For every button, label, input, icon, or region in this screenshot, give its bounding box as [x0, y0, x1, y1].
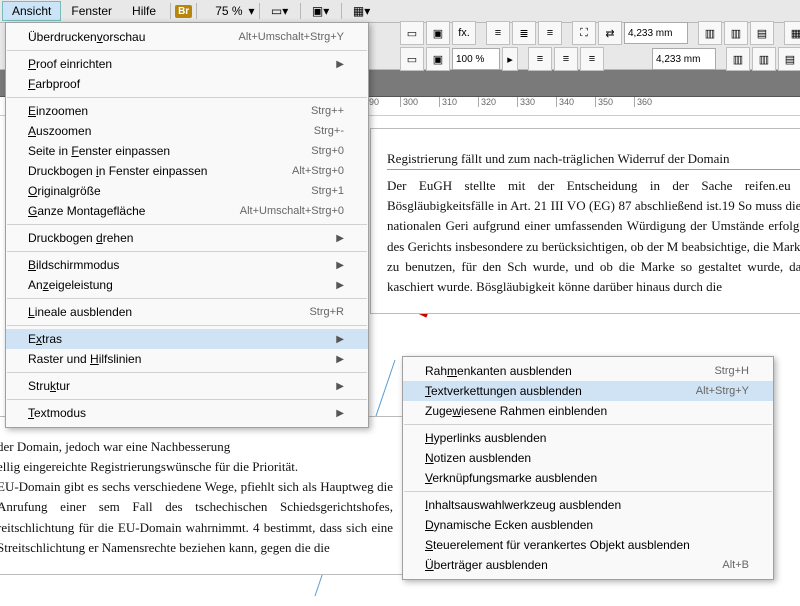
- separator: [196, 3, 197, 19]
- zoom-display[interactable]: 75 %: [209, 2, 248, 20]
- menu-item[interactable]: Hyperlinks ausblenden: [403, 428, 773, 448]
- menu-item[interactable]: Druckbogen drehen▶: [6, 228, 368, 248]
- valign1-icon[interactable]: ≡: [528, 47, 552, 71]
- separator: [259, 3, 260, 19]
- valign2-icon[interactable]: ≡: [554, 47, 578, 71]
- link-icon[interactable]: ⇄: [598, 21, 622, 45]
- menu-item[interactable]: Verknüpfungsmarke ausblenden: [403, 468, 773, 488]
- separator: [170, 3, 171, 19]
- separator: [7, 50, 367, 51]
- menu-item[interactable]: Raster und Hilfslinien▶: [6, 349, 368, 369]
- menu-item[interactable]: Farbproof: [6, 74, 368, 94]
- view-menu-dropdown: ÜberdruckenvorschauAlt+Umschalt+Strg+Y Pr…: [5, 22, 369, 428]
- screen-mode-icon[interactable]: ▣▾: [311, 3, 331, 19]
- menu-item[interactable]: Überträger ausblendenAlt+B: [403, 555, 773, 575]
- opts1-icon[interactable]: ▦: [784, 21, 800, 45]
- cols5-icon[interactable]: ▥: [752, 47, 776, 71]
- body-text: Registrierung fällt und zum nach-träglic…: [387, 149, 800, 170]
- arrow-icon[interactable]: ▸: [502, 47, 518, 71]
- cols1-icon[interactable]: ▥: [698, 21, 722, 45]
- submenu-arrow-icon: ▶: [306, 381, 344, 392]
- cols2-icon[interactable]: ▥: [724, 21, 748, 45]
- separator: [404, 424, 772, 425]
- menu-item[interactable]: Zugewiesene Rahmen einblenden: [403, 401, 773, 421]
- cols6-icon[interactable]: ▤: [778, 47, 800, 71]
- frame2-icon[interactable]: ▣: [426, 21, 450, 45]
- cols4-icon[interactable]: ▥: [726, 47, 750, 71]
- menu-hilfe[interactable]: Hilfe: [122, 1, 166, 21]
- menu-item[interactable]: Seite in Fenster einpassenStrg+0: [6, 141, 368, 161]
- frame3-icon[interactable]: ▭: [400, 47, 424, 71]
- separator: [7, 224, 367, 225]
- frame4-icon[interactable]: ▣: [426, 47, 450, 71]
- menu-item[interactable]: Notizen ausblenden: [403, 448, 773, 468]
- crop-icon[interactable]: ⛶: [572, 21, 596, 45]
- separator: [7, 325, 367, 326]
- menu-item[interactable]: Textverkettungen ausblendenAlt+Strg+Y: [403, 381, 773, 401]
- submenu-arrow-icon: ▶: [306, 334, 344, 345]
- submenu-arrow-icon: ▶: [306, 408, 344, 419]
- text-frame-left[interactable]: der Domain, jedoch war eine Nachbesserun…: [0, 416, 410, 575]
- menu-item[interactable]: Extras▶: [6, 329, 368, 349]
- view-options-icon[interactable]: ▭▾: [270, 3, 290, 19]
- menu-item[interactable]: Steuerelement für verankertes Objekt aus…: [403, 535, 773, 555]
- menu-item[interactable]: Bildschirmmodus▶: [6, 255, 368, 275]
- align1-icon[interactable]: ≡: [486, 21, 510, 45]
- separator: [7, 298, 367, 299]
- menu-item[interactable]: Ganze MontageflächeAlt+Umschalt+Strg+0: [6, 201, 368, 221]
- menu-item[interactable]: Proof einrichten▶: [6, 54, 368, 74]
- menu-item[interactable]: Anzeigeleistung▶: [6, 275, 368, 295]
- menu-item[interactable]: Lineale ausblendenStrg+R: [6, 302, 368, 322]
- separator: [7, 399, 367, 400]
- menu-item[interactable]: Textmodus▶: [6, 403, 368, 423]
- separator: [404, 491, 772, 492]
- submenu-arrow-icon: ▶: [306, 260, 344, 271]
- cols3-icon[interactable]: ▤: [750, 21, 774, 45]
- bridge-badge[interactable]: Br: [175, 5, 192, 18]
- menu-item[interactable]: OriginalgrößeStrg+1: [6, 181, 368, 201]
- menu-item[interactable]: Inhaltsauswahlwerkzeug ausblenden: [403, 495, 773, 515]
- extras-submenu: Rahmenkanten ausblendenStrg+HTextverkett…: [402, 356, 774, 580]
- separator: [7, 97, 367, 98]
- menubar: Ansicht Fenster Hilfe Br 75 % ▾ ▭▾ ▣▾ ▦▾: [0, 0, 800, 23]
- valign3-icon[interactable]: ≡: [580, 47, 604, 71]
- text-frame-right[interactable]: Registrierung fällt und zum nach-träglic…: [370, 128, 800, 314]
- menu-item[interactable]: AuszoomenStrg+-: [6, 121, 368, 141]
- menu-item[interactable]: Rahmenkanten ausblendenStrg+H: [403, 361, 773, 381]
- menu-fenster[interactable]: Fenster: [61, 1, 122, 21]
- measure-field-1[interactable]: 4,233 mm: [624, 22, 688, 44]
- separator: [7, 372, 367, 373]
- body-text: Der EuGH stellte mit der Entscheidung in…: [387, 176, 800, 297]
- separator: [300, 3, 301, 19]
- arrange-icon[interactable]: ▦▾: [352, 3, 372, 19]
- percent-field[interactable]: 100 %: [452, 48, 500, 70]
- menu-item[interactable]: Struktur▶: [6, 376, 368, 396]
- menu-item[interactable]: ÜberdruckenvorschauAlt+Umschalt+Strg+Y: [6, 27, 368, 47]
- separator: [7, 251, 367, 252]
- align3-icon[interactable]: ≡: [538, 21, 562, 45]
- menu-ansicht[interactable]: Ansicht: [2, 1, 61, 21]
- body-text: der Domain, jedoch war eine Nachbesserun…: [0, 437, 393, 558]
- menu-item[interactable]: Druckbogen in Fenster einpassenAlt+Strg+…: [6, 161, 368, 181]
- submenu-arrow-icon: ▶: [306, 233, 344, 244]
- submenu-arrow-icon: ▶: [306, 354, 344, 365]
- menu-item[interactable]: Dynamische Ecken ausblenden: [403, 515, 773, 535]
- dropdown-icon[interactable]: ▾: [249, 4, 255, 18]
- submenu-arrow-icon: ▶: [306, 280, 344, 291]
- align2-icon[interactable]: ≣: [512, 21, 536, 45]
- measure-field-2[interactable]: 4,233 mm: [652, 48, 716, 70]
- separator: [341, 3, 342, 19]
- frame-icon[interactable]: ▭: [400, 21, 424, 45]
- submenu-arrow-icon: ▶: [306, 59, 344, 70]
- menu-item[interactable]: EinzoomenStrg++: [6, 101, 368, 121]
- fx-icon[interactable]: fx.: [452, 21, 476, 45]
